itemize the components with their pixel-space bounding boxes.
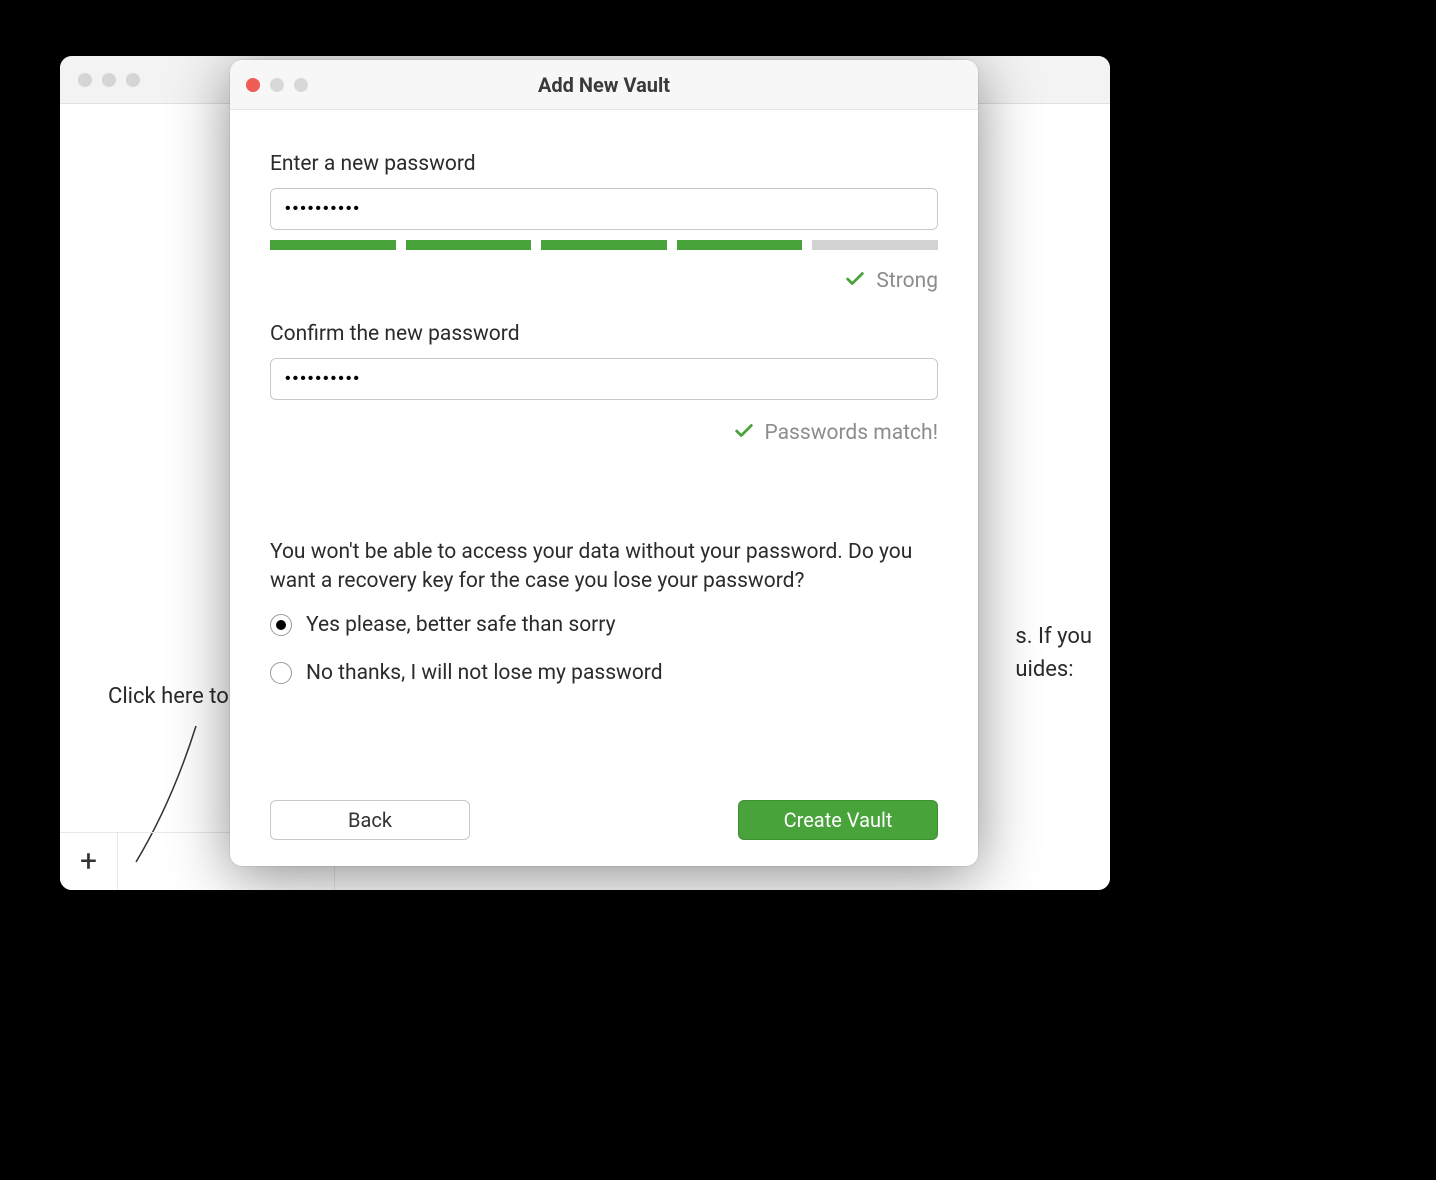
dialog-close-icon[interactable] — [246, 78, 260, 92]
traffic-light-close-icon[interactable] — [78, 73, 92, 87]
password-label: Enter a new password — [270, 152, 938, 176]
add-vault-button[interactable]: + — [60, 833, 118, 890]
match-label: Passwords match! — [765, 421, 939, 445]
dialog-body: Enter a new password Strong Confirm the … — [230, 110, 978, 866]
confirm-password-label: Confirm the new password — [270, 322, 938, 346]
plus-icon: + — [80, 847, 97, 877]
password-strength-meter — [270, 240, 938, 250]
radio-icon — [270, 662, 292, 684]
strength-label: Strong — [876, 269, 938, 293]
strength-segment — [677, 240, 803, 250]
strength-segment — [812, 240, 938, 250]
radio-label: No thanks, I will not lose my password — [306, 661, 663, 685]
confirm-password-input[interactable] — [270, 358, 938, 400]
content-peek-text: s. If you uides: — [1015, 620, 1092, 686]
sidebar-hint-text: Click here to — [108, 684, 229, 709]
create-vault-button[interactable]: Create Vault — [738, 800, 938, 840]
radio-icon — [270, 614, 292, 636]
match-status-row: Passwords match! — [270, 420, 938, 446]
strength-segment — [270, 240, 396, 250]
dialog-footer: Back Create Vault — [270, 780, 938, 840]
recovery-yes-radio[interactable]: Yes please, better safe than sorry — [270, 613, 938, 637]
back-button[interactable]: Back — [270, 800, 470, 840]
strength-segment — [406, 240, 532, 250]
password-input[interactable] — [270, 188, 938, 230]
dialog-title: Add New Vault — [230, 73, 978, 97]
recovery-no-radio[interactable]: No thanks, I will not lose my password — [270, 661, 938, 685]
recovery-radio-group: Yes please, better safe than sorry No th… — [270, 613, 938, 709]
check-icon — [733, 420, 755, 446]
strength-segment — [541, 240, 667, 250]
dialog-zoom-icon — [294, 78, 308, 92]
dialog-minimize-icon — [270, 78, 284, 92]
dialog-titlebar: Add New Vault — [230, 60, 978, 110]
recovery-key-prompt: You won't be able to access your data wi… — [270, 538, 938, 597]
add-vault-dialog: Add New Vault Enter a new password Stron… — [230, 60, 978, 866]
radio-label: Yes please, better safe than sorry — [306, 613, 616, 637]
strength-status-row: Strong — [270, 268, 938, 294]
traffic-light-zoom-icon[interactable] — [126, 73, 140, 87]
traffic-light-minimize-icon[interactable] — [102, 73, 116, 87]
check-icon — [844, 268, 866, 294]
